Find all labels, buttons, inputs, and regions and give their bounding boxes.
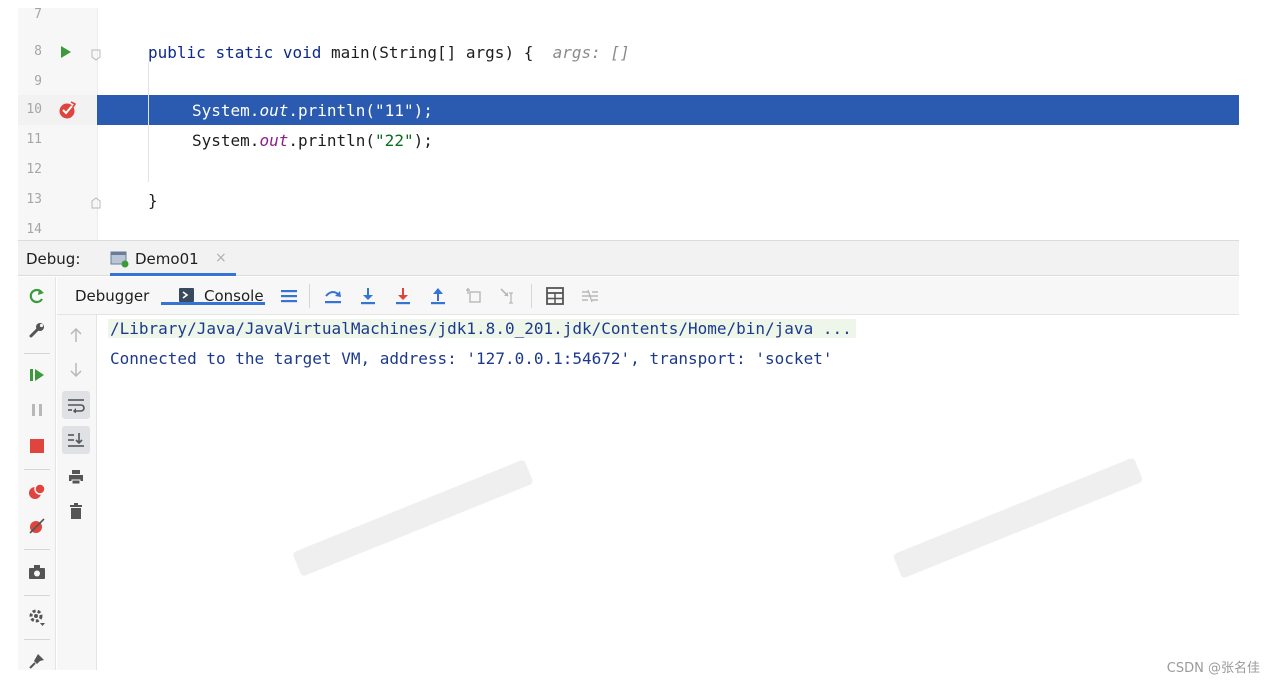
resume-program-icon[interactable]: [26, 364, 48, 386]
run-to-cursor-icon[interactable]: [498, 286, 518, 306]
code-line-9[interactable]: 9: [18, 67, 1239, 97]
debug-tool-window-header: Debug: Demo01 ×: [18, 240, 1239, 276]
watermark-smudge: [892, 457, 1144, 579]
line-number: 9: [34, 74, 42, 89]
code-line-11[interactable]: 11 System.out.println("22");: [18, 125, 1239, 155]
toolbar-separator: [24, 639, 50, 640]
statement-end: );: [413, 101, 433, 120]
line-number: 11: [26, 132, 42, 147]
string-literal: "11": [375, 101, 414, 120]
method-call: .println(: [288, 131, 376, 150]
show-execution-point-icon[interactable]: [279, 286, 299, 306]
console-icon: [179, 288, 194, 302]
mute-breakpoints-icon[interactable]: [26, 515, 48, 537]
code-line-12[interactable]: 12: [18, 155, 1239, 185]
evaluate-expression-icon[interactable]: [545, 286, 565, 306]
toolbar-separator: [24, 353, 50, 354]
keyword-public: public: [148, 43, 206, 62]
session-name: Demo01: [135, 250, 199, 268]
view-breakpoints-icon[interactable]: [26, 480, 48, 502]
watermark-smudge: [292, 459, 534, 577]
tab-console[interactable]: Console: [161, 277, 265, 305]
toolbar-separator: [24, 469, 50, 470]
debug-title: Debug:: [26, 250, 81, 268]
code-editor[interactable]: 7 8 public static void main(String[] arg…: [18, 7, 1239, 240]
field-out: out: [259, 101, 289, 120]
code-line-8[interactable]: 8 public static void main(String[] args)…: [18, 37, 1239, 67]
print-icon[interactable]: [62, 463, 90, 491]
pause-program-icon[interactable]: [26, 399, 48, 421]
console-side-toolbar: [57, 315, 97, 670]
camera-icon[interactable]: [26, 561, 48, 583]
trace-current-stream-icon[interactable]: [580, 286, 600, 306]
method-signature: public static void main(String[] args) {…: [148, 43, 630, 62]
class-ref: System.: [192, 101, 260, 120]
step-out-icon[interactable]: [428, 286, 448, 306]
field-out: out: [259, 131, 289, 150]
stop-icon[interactable]: [26, 435, 48, 457]
method-call: .println(: [288, 101, 376, 120]
run-gutter-icon[interactable]: [60, 44, 72, 63]
clear-all-trash-icon[interactable]: [62, 497, 90, 525]
fold-marker-icon[interactable]: [91, 46, 101, 65]
up-arrow-icon[interactable]: [62, 321, 90, 349]
line-number: 7: [34, 7, 42, 22]
soft-wrap-icon[interactable]: [62, 391, 90, 419]
drop-frame-icon[interactable]: [463, 286, 483, 306]
line-number: 14: [26, 222, 42, 237]
breakpoint-icon[interactable]: [58, 100, 78, 124]
application-icon: [110, 250, 130, 272]
class-ref: System.: [192, 131, 260, 150]
toolbar-separator: [24, 595, 50, 596]
step-over-icon[interactable]: [323, 286, 343, 306]
line-number: 10: [26, 102, 42, 117]
pin-icon[interactable]: [26, 650, 48, 672]
toolbar-separator: [531, 284, 532, 308]
code-line-7[interactable]: 7: [18, 0, 1239, 30]
tab-console-label: Console: [204, 287, 264, 305]
wrench-icon[interactable]: [26, 319, 48, 341]
keyword-void: void: [282, 43, 322, 62]
statement-println-22: System.out.println("22");: [192, 131, 433, 150]
statement-println-11: System.out.println("11");: [192, 101, 433, 120]
force-step-into-icon[interactable]: [393, 286, 413, 306]
console-line-command[interactable]: /Library/Java/JavaVirtualMachines/jdk1.8…: [108, 319, 856, 338]
fold-end-marker-icon[interactable]: [91, 194, 101, 213]
line-number: 13: [26, 192, 42, 207]
close-tab-icon[interactable]: ×: [215, 250, 227, 266]
csdn-watermark: CSDN @张名佳: [1166, 661, 1260, 676]
code-line-13[interactable]: 13 }: [18, 185, 1239, 215]
string-literal: "22": [375, 131, 414, 150]
debugger-toolbar: Debugger Console: [57, 277, 1239, 315]
indent-guide: [148, 62, 149, 182]
scroll-to-end-icon[interactable]: [62, 426, 90, 454]
tab-debugger[interactable]: Debugger: [75, 287, 149, 305]
inline-debug-value: args: []: [552, 43, 630, 62]
toolbar-separator: [24, 549, 50, 550]
line-number: 8: [34, 44, 42, 59]
line-number: 12: [26, 162, 42, 177]
rerun-icon[interactable]: [26, 285, 48, 307]
keyword-static: static: [215, 43, 274, 62]
console-line-connected[interactable]: Connected to the target VM, address: '12…: [110, 349, 832, 368]
method-declaration: main(String[] args) {: [331, 43, 534, 62]
toolbar-separator: [309, 284, 310, 308]
debug-left-toolbar: [18, 277, 56, 670]
settings-gear-icon[interactable]: [26, 606, 48, 628]
step-into-icon[interactable]: [358, 286, 378, 306]
down-arrow-icon[interactable]: [62, 356, 90, 384]
closing-brace: }: [148, 191, 158, 210]
statement-end: );: [413, 131, 433, 150]
code-line-10-current[interactable]: 10 System.out.println("11");: [18, 95, 1239, 125]
debug-session-tab[interactable]: Demo01 ×: [110, 241, 236, 276]
console-output[interactable]: /Library/Java/JavaVirtualMachines/jdk1.8…: [98, 315, 1239, 670]
